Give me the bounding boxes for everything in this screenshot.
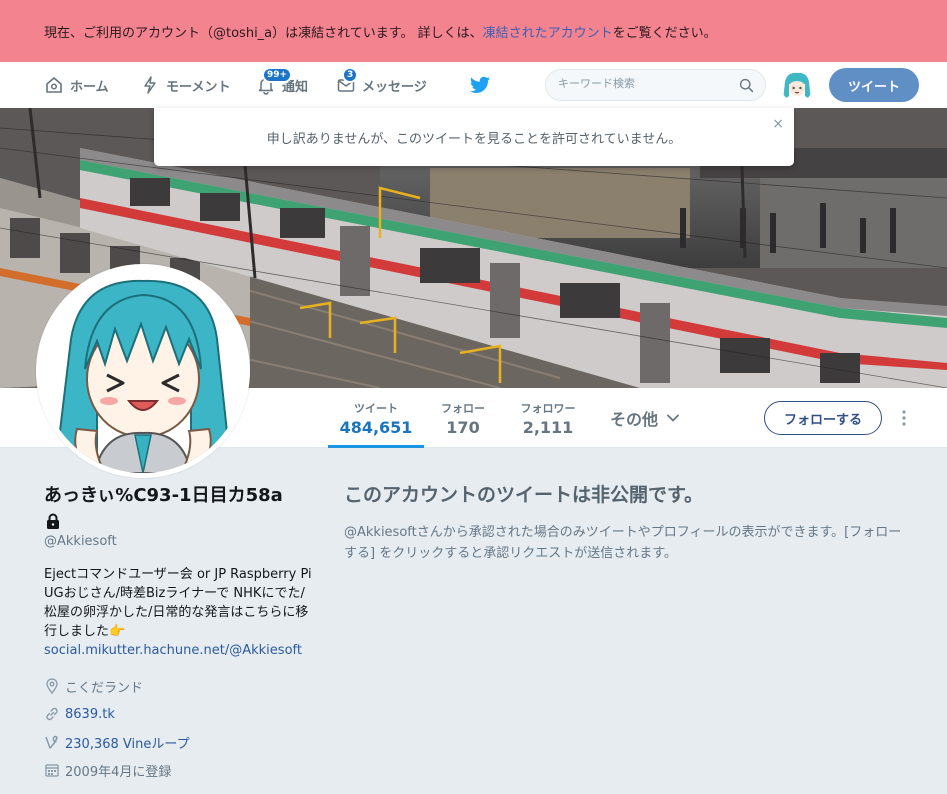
error-toast: 申し訳ありませんが、このツイートを見ることを許可されていません。 × [154, 108, 794, 166]
search-input[interactable] [558, 77, 728, 90]
chevron-down-icon [666, 414, 680, 422]
protected-body: @Akkiesoftさんから承認された場合のみツイートやプロフィールの表示ができ… [344, 525, 902, 561]
joined-text: 2009年4月に登録 [65, 764, 172, 780]
profile-website[interactable]: 8639.tk [44, 700, 314, 728]
tab-following-label: フォロー [441, 402, 485, 415]
nav-notifications[interactable]: 通知 99+ [256, 62, 308, 108]
search-box[interactable] [545, 69, 766, 101]
close-icon[interactable]: × [772, 116, 784, 132]
profile-meta: こくだランド 8639.tk 230,368 Vineループ 2009年4月に登… [44, 672, 314, 784]
display-name[interactable]: あっきぃ%C93-1日目カ58a [44, 482, 314, 510]
follow-button[interactable]: フォローする [764, 401, 882, 435]
nav-home[interactable]: ホーム [44, 62, 109, 108]
more-dropdown[interactable]: その他 [610, 388, 680, 448]
profile-vine[interactable]: 230,368 Vineループ [44, 728, 314, 756]
banner-text-end: をご覧ください。 [612, 25, 717, 41]
kebab-icon[interactable] [898, 408, 910, 428]
bio-link[interactable]: social.mikutter.hachune.net/@Akkiesoft [44, 641, 314, 660]
profile-location: こくだランド [44, 672, 314, 700]
profile-joined: 2009年4月に登録 [44, 756, 314, 784]
suspended-account-link[interactable]: 凍結されたアカウント [483, 22, 613, 41]
twitter-bird-icon[interactable] [469, 74, 491, 96]
profile-avatar[interactable] [36, 264, 250, 478]
profile-bio: Ejectコマンドユーザー会 or JP Raspberry Pi UGおじさん… [44, 567, 312, 639]
nav-moments[interactable]: モーメント [140, 62, 230, 108]
toast-message: 申し訳ありませんが、このツイートを見ることを許可されていません。 [266, 131, 682, 147]
tab-tweets-label: ツイート [354, 402, 398, 415]
location-text: こくだランド [65, 680, 144, 696]
tab-followers-label: フォロワー [520, 402, 576, 415]
tab-followers[interactable]: フォロワー 2,111 [510, 388, 586, 448]
account-avatar[interactable] [781, 70, 813, 102]
vine-link[interactable]: 230,368 Vineループ [65, 733, 190, 752]
lock-icon [47, 513, 59, 529]
tab-followers-count: 2,111 [522, 418, 574, 437]
more-label: その他 [610, 410, 659, 429]
search-icon[interactable] [738, 77, 755, 94]
vine-icon [45, 735, 58, 749]
tab-tweets-count: 484,651 [339, 418, 413, 437]
protected-notice: このアカウントのツイートは非公開です。 @Akkiesoftさんから承認された場… [344, 482, 914, 564]
banner-text: 現在、ご利用のアカウント（@toshi_a）は凍結されています。 詳しくは、 [44, 25, 483, 41]
website-link[interactable]: 8639.tk [65, 707, 115, 722]
tweet-button[interactable]: ツイート [829, 68, 919, 102]
nav-moments-label: モーメント [166, 79, 231, 95]
top-navbar: ホーム モーメント 通知 99+ メッセージ 3 ツイート [0, 62, 947, 108]
protected-title: このアカウントのツイートは非公開です。 [344, 484, 704, 506]
nav-messages-label: メッセージ [362, 79, 427, 95]
calendar-icon [45, 764, 59, 777]
profile-handle[interactable]: @Akkiesoft [44, 534, 314, 549]
home-icon [46, 77, 62, 93]
nav-home-label: ホーム [70, 79, 109, 95]
tab-tweets[interactable]: ツイート 484,651 [328, 388, 424, 448]
profile-sidebar: あっきぃ%C93-1日目カ58a @Akkiesoft Ejectコマンドユーザ… [44, 482, 314, 784]
link-icon [46, 707, 58, 721]
notifications-badge: 99+ [262, 67, 293, 83]
location-icon [46, 678, 58, 694]
suspension-banner: 現在、ご利用のアカウント（@toshi_a）は凍結されています。 詳しくは、 凍結… [0, 0, 947, 62]
nav-messages[interactable]: メッセージ 3 [336, 62, 427, 108]
tab-following[interactable]: フォロー 170 [430, 388, 496, 448]
lightning-icon [144, 76, 156, 94]
tab-following-count: 170 [446, 418, 480, 437]
